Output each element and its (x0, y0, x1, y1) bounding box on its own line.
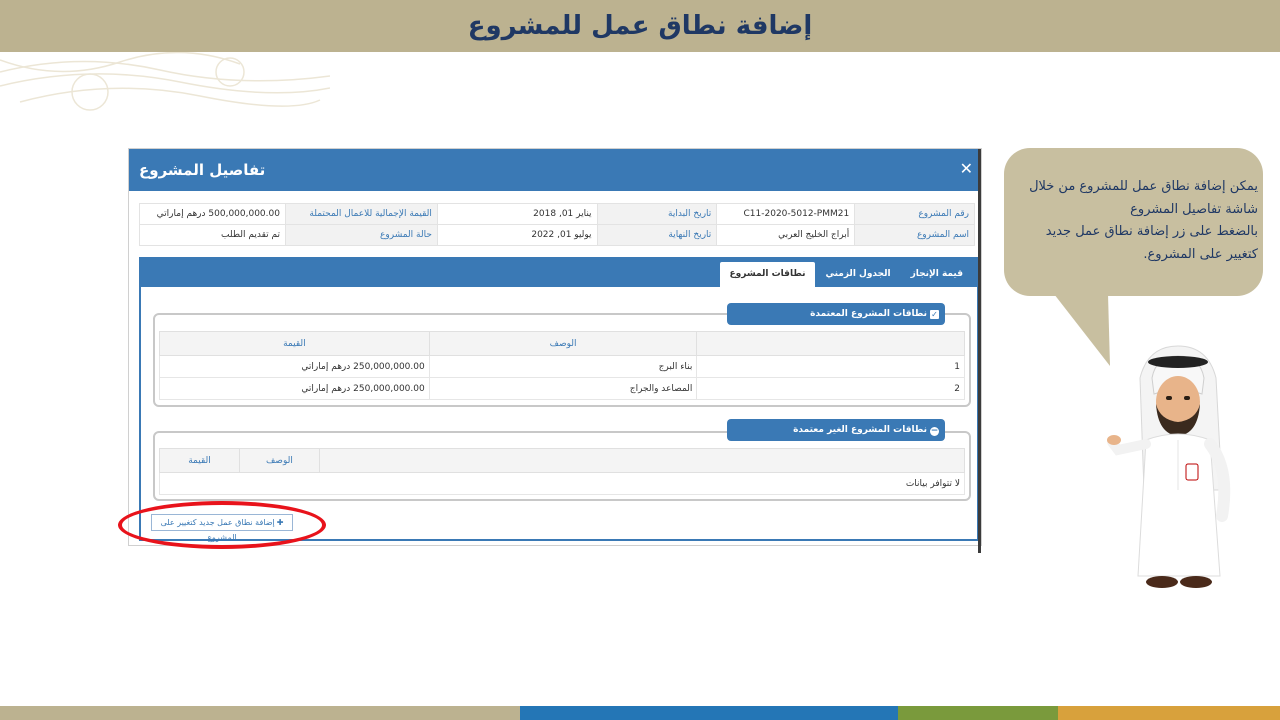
footer-strip (0, 706, 1280, 720)
info-row: رقم المشروع C11-2020-5012-PMM21 تاريخ ال… (139, 203, 975, 225)
callout-line: يمكن إضافة نطاق عمل للمشروع من خلال (1029, 179, 1258, 194)
row-value: 250,000,000.00 درهم إماراتي (159, 355, 430, 378)
row-description: بناء البرج (428, 355, 698, 378)
table-header-row: الوصف القيمة (159, 331, 965, 356)
approved-scopes-table: الوصف القيمة 1 بناء البرج 250,000,000.00… (159, 331, 965, 400)
footer-segment (898, 706, 1058, 720)
callout-line: كتغيير على المشروع. (1143, 246, 1258, 262)
start-date-label: تاريخ البداية (596, 203, 718, 225)
footer-segment (0, 706, 520, 720)
column-header-index (696, 331, 965, 356)
table-row[interactable]: 1 بناء البرج 250,000,000.00 درهم إماراتي (159, 355, 965, 378)
project-details-modal: تفاصيل المشروع ✕ رقم المشروع C11-2020-50… (129, 149, 981, 545)
tab-project-scopes[interactable]: نطاقات المشروع (719, 262, 816, 287)
no-data-cell: لا تتوافر بيانات (159, 472, 965, 495)
column-header-index (318, 448, 966, 473)
approved-scopes-legend-text: نطاقات المشروع المعتمدة (810, 309, 927, 319)
table-header-row: الوصف القيمة (159, 448, 966, 473)
end-date-label: تاريخ النهاية (596, 224, 718, 246)
modal-right-border (978, 149, 981, 553)
footer-segment (1058, 706, 1280, 720)
modal-title: تفاصيل المشروع (139, 161, 266, 179)
start-date-value: يناير 01, 2018 (436, 203, 598, 225)
project-status-label: حالة المشروع (284, 224, 438, 246)
callout-line: بالضغط على زر إضافة نطاق عمل جديد (1045, 224, 1258, 239)
approved-scopes-legend[interactable]: ✓نطاقات المشروع المعتمدة (727, 303, 945, 325)
table-row: لا تتوافر بيانات (159, 472, 965, 495)
table-row[interactable]: 2 المصاعد والجراج 250,000,000.00 درهم إم… (159, 377, 965, 400)
row-index: 2 (696, 377, 965, 400)
emirati-man-illustration (1107, 345, 1231, 588)
tab-completion-value[interactable]: قيمة الإنجاز (901, 262, 973, 286)
tab-strip: قيمة الإنجاز الجدول الزمني نطاقات المشرو… (141, 259, 977, 287)
tab-schedule[interactable]: الجدول الزمني (815, 262, 900, 286)
decorative-pattern (0, 52, 330, 111)
unapproved-scopes-table: الوصف القيمة لا تتوافر بيانات (159, 448, 966, 495)
modal-header: تفاصيل المشروع ✕ (129, 149, 981, 191)
total-value-value: 500,000,000.00 درهم إماراتي (139, 203, 286, 225)
total-value-label: القيمة الإجمالية للاعمال المحتملة (284, 203, 438, 225)
column-header-value: القيمة (159, 448, 240, 473)
row-index: 1 (696, 355, 965, 378)
column-header-description: الوصف (428, 331, 698, 356)
close-icon[interactable]: ✕ (960, 149, 973, 191)
row-value: 250,000,000.00 درهم إماراتي (159, 377, 430, 400)
unapproved-scopes-legend[interactable]: −نطاقات المشروع الغير معتمدة (727, 419, 945, 441)
project-number-label: رقم المشروع (854, 203, 975, 225)
column-header-description: الوصف (238, 448, 320, 473)
project-name-value: أبراج الخليج العربي (716, 224, 856, 246)
callout-line: شاشة تفاصيل المشروع (1130, 201, 1258, 217)
unapproved-scopes-legend-text: نطاقات المشروع الغير معتمدة (793, 425, 927, 435)
project-info-table: رقم المشروع C11-2020-5012-PMM21 تاريخ ال… (139, 203, 975, 246)
highlight-ellipse (118, 501, 326, 549)
footer-segment (520, 706, 898, 720)
end-date-value: يوليو 01, 2022 (436, 224, 598, 246)
info-row: اسم المشروع أبراج الخليج العربي تاريخ ال… (139, 224, 975, 246)
callout-text: يمكن إضافة نطاق عمل للمشروع من خلال شاشة… (1012, 176, 1258, 266)
minus-circle-icon: − (930, 426, 939, 436)
column-header-value: القيمة (159, 331, 430, 356)
project-status-value: تم تقديم الطلب (139, 224, 286, 246)
tab-panel: قيمة الإنجاز الجدول الزمني نطاقات المشرو… (139, 257, 979, 541)
project-number-value: C11-2020-5012-PMM21 (716, 203, 856, 225)
project-name-label: اسم المشروع (854, 224, 975, 246)
row-description: المصاعد والجراج (428, 377, 698, 400)
checkbox-icon: ✓ (930, 310, 939, 319)
slide-title: إضافة نطاق عمل للمشروع (467, 11, 813, 41)
